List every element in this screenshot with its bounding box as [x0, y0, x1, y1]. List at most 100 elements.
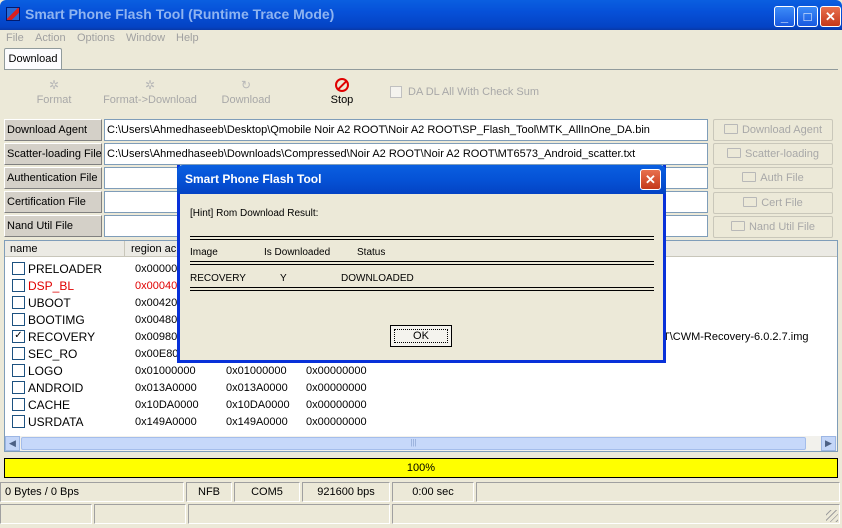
partition-name: DSP_BL — [28, 279, 75, 293]
partition-checkbox[interactable] — [12, 347, 25, 360]
partition-c3: 0x00000000 — [306, 416, 367, 428]
auth-file-button-label: Auth File — [760, 172, 804, 184]
partition-name: RECOVERY — [28, 330, 96, 344]
partition-checkbox[interactable] — [12, 364, 25, 377]
window-title: Smart Phone Flash Tool (Runtime Trace Mo… — [25, 6, 335, 22]
format-download-icon: ✲ — [144, 78, 156, 92]
partition-checkbox[interactable] — [12, 262, 25, 275]
status-type: NFB — [186, 482, 232, 502]
partition-c1: 0x149A0000 — [135, 416, 197, 428]
download-icon: ↻ — [240, 78, 252, 92]
partition-c3: 0x00000000 — [306, 365, 367, 377]
status2-a — [0, 504, 92, 524]
folder-icon — [730, 221, 745, 231]
menu-window[interactable]: Window — [126, 32, 165, 44]
close-button[interactable]: ✕ — [820, 6, 841, 27]
download-agent-field[interactable]: C:\Users\Ahmedhaseeb\Desktop\Qmobile Noi… — [104, 119, 708, 141]
horizontal-scrollbar[interactable]: ◀ ||| ▶ — [5, 436, 837, 451]
partition-c2: 0x013A0000 — [226, 382, 288, 394]
menu-help[interactable]: Help — [176, 32, 199, 44]
minimize-button[interactable]: _ — [774, 6, 795, 27]
scroll-left-icon[interactable]: ◀ — [5, 436, 20, 451]
cert-file-button[interactable]: Cert File — [713, 192, 833, 214]
dialog-close-button[interactable]: ✕ — [640, 169, 661, 190]
download-agent-label: Download Agent — [4, 119, 102, 141]
stop-button[interactable]: Stop — [302, 78, 382, 106]
format-button[interactable]: ✲ Format — [14, 78, 94, 106]
partition-c3: 0x00000000 — [306, 382, 367, 394]
ok-button[interactable]: OK — [390, 325, 452, 347]
menu-options[interactable]: Options — [77, 32, 115, 44]
maximize-button[interactable]: □ — [797, 6, 818, 27]
status-port: COM5 — [234, 482, 300, 502]
tab-divider — [4, 69, 838, 70]
download-label: Download — [221, 94, 271, 106]
format-download-label: Format->Download — [103, 94, 197, 106]
progress-bar: 100% — [4, 458, 838, 478]
folder-icon — [743, 197, 758, 207]
status2-d — [392, 504, 840, 524]
partition-checkbox[interactable] — [12, 415, 25, 428]
app-icon[interactable] — [6, 7, 20, 21]
scroll-thumb[interactable]: ||| — [21, 437, 806, 450]
format-icon: ✲ — [48, 78, 60, 92]
download-button[interactable]: ↻ Download — [206, 78, 286, 106]
partition-name: UBOOT — [28, 296, 71, 310]
scatter-file-field[interactable]: C:\Users\Ahmedhaseeb\Downloads\Compresse… — [104, 143, 708, 165]
status-time: 0:00 sec — [392, 482, 474, 502]
partition-c2: 0x149A0000 — [226, 416, 288, 428]
list-item[interactable]: ANDROID 0x013A0000 0x013A0000 0x00000000 — [5, 379, 837, 396]
dialog-col-image: Image — [190, 247, 218, 258]
partition-name: BOOTIMG — [28, 313, 85, 327]
partition-checkbox[interactable] — [12, 398, 25, 411]
scatter-loading-button-label: Scatter-loading — [745, 148, 819, 160]
header-name[interactable]: name — [5, 241, 125, 257]
partition-checkbox[interactable]: ✓ — [12, 330, 25, 343]
format-download-button[interactable]: ✲ Format->Download — [98, 78, 202, 106]
menu-file[interactable]: File — [6, 32, 24, 44]
list-item[interactable]: USRDATA 0x149A0000 0x149A0000 0x00000000 — [5, 413, 837, 430]
partition-c2: 0x01000000 — [226, 365, 287, 377]
dialog-row-downloaded: Y — [280, 273, 287, 284]
menu-action[interactable]: Action — [35, 32, 66, 44]
partition-path: T\CWM-Recovery-6.0.2.7.img — [663, 331, 809, 343]
partition-name: LOGO — [28, 364, 63, 378]
partition-checkbox[interactable] — [12, 313, 25, 326]
status2-c — [188, 504, 390, 524]
cert-file-button-label: Cert File — [761, 197, 803, 209]
folder-icon — [742, 172, 757, 182]
status-baud: 921600 bps — [302, 482, 390, 502]
partition-checkbox[interactable] — [12, 296, 25, 309]
partition-name: CACHE — [28, 398, 71, 412]
download-agent-button[interactable]: Download Agent — [713, 119, 833, 141]
scroll-right-icon[interactable]: ▶ — [821, 436, 836, 451]
list-item[interactable]: LOGO 0x01000000 0x01000000 0x00000000 — [5, 362, 837, 379]
scatter-file-label: Scatter-loading File — [4, 143, 102, 165]
format-label: Format — [36, 94, 72, 106]
partition-checkbox[interactable] — [12, 279, 25, 292]
status2-b — [94, 504, 186, 524]
partition-c1: 0x01000000 — [135, 365, 196, 377]
nand-util-button-label: Nand Util File — [748, 221, 816, 233]
list-item[interactable]: CACHE 0x10DA0000 0x10DA0000 0x00000000 — [5, 396, 837, 413]
folder-icon — [723, 124, 738, 134]
partition-c2: 0x10DA0000 — [226, 399, 290, 411]
resize-grip-icon[interactable] — [826, 510, 838, 522]
partition-name: USRDATA — [28, 415, 84, 429]
partition-c3: 0x00000000 — [306, 399, 367, 411]
checksum-checkbox[interactable] — [390, 86, 402, 98]
dialog-rule — [190, 261, 654, 265]
progress-text: 100% — [406, 462, 436, 474]
dialog-title: Smart Phone Flash Tool — [185, 172, 322, 186]
stop-label: Stop — [330, 94, 354, 106]
stop-icon — [335, 78, 349, 92]
auth-file-label: Authentication File — [4, 167, 102, 189]
cert-file-label: Certification File — [4, 191, 102, 213]
partition-checkbox[interactable] — [12, 381, 25, 394]
auth-file-button[interactable]: Auth File — [713, 167, 833, 189]
tab-download[interactable]: Download — [4, 48, 62, 69]
scatter-loading-button[interactable]: Scatter-loading — [713, 143, 833, 165]
dialog-col-status: Status — [357, 247, 386, 258]
checksum-label: DA DL All With Check Sum — [408, 86, 540, 98]
nand-util-button[interactable]: Nand Util File — [713, 216, 833, 238]
